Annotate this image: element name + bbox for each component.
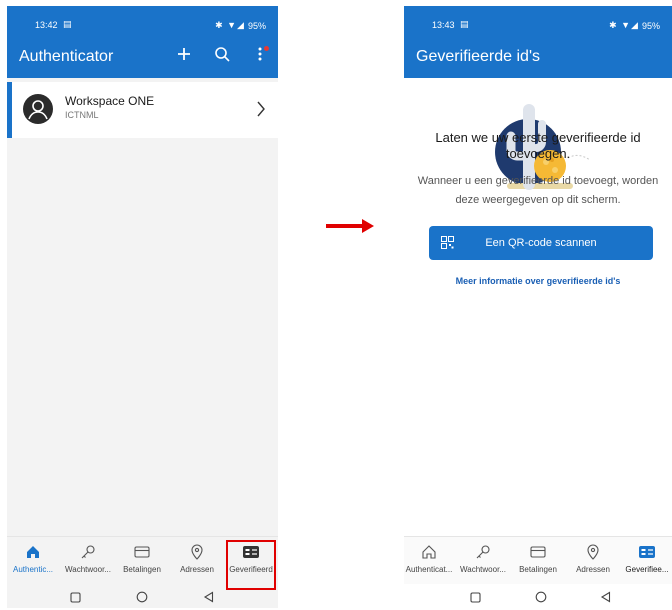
- notification-icon: ▤: [460, 19, 469, 29]
- phone-screen-verified-ids: 13:43 ▤ ✱ ▼◢ 95% Geverifieerde id's Late…: [404, 6, 672, 608]
- app-bar: 13:43 ▤ ✱ ▼◢ 95% Geverifieerde id's: [404, 6, 672, 78]
- nav-label: Betalingen: [123, 565, 161, 574]
- account-name: Workspace ONE: [65, 94, 155, 108]
- bluetooth-wifi-signal-icon: ✱ ▼◢: [609, 20, 639, 30]
- system-navigation-bar: [404, 586, 672, 608]
- nav-addresses[interactable]: Adressen: [170, 541, 224, 583]
- home-button[interactable]: [135, 590, 149, 604]
- nav-payments[interactable]: Betalingen: [115, 541, 169, 583]
- nav-label: Wachtwoor...: [65, 565, 111, 574]
- recents-button[interactable]: [468, 590, 482, 604]
- bottom-navigation: Authenticat... Wachtwoor... Betalingen A…: [404, 536, 672, 584]
- notification-icon: ▤: [63, 19, 72, 29]
- account-list-item[interactable]: Workspace ONE ICTNML: [7, 82, 278, 138]
- card-icon: [530, 546, 546, 558]
- phone-screen-authenticator: 13:42 ▤ ✱ ▼◢ 95% Authenticator Workspace…: [7, 6, 278, 608]
- battery-level: 95%: [641, 20, 660, 31]
- more-info-link[interactable]: Meer informatie over geverifieerde id's: [404, 276, 672, 286]
- circle-icon: [535, 591, 547, 603]
- nav-label: Wachtwoor...: [460, 565, 506, 574]
- home-icon: [422, 545, 436, 559]
- back-button[interactable]: [201, 590, 215, 604]
- more-vertical-icon: [258, 47, 262, 61]
- key-icon: [476, 545, 490, 559]
- battery-level: 95%: [247, 20, 266, 31]
- nav-addresses[interactable]: Adressen: [566, 541, 620, 583]
- nav-label: Adressen: [180, 565, 214, 574]
- page-title: Geverifieerde id's: [416, 48, 540, 65]
- nav-verified-ids[interactable]: Geverifiee...: [620, 541, 672, 583]
- nav-payments[interactable]: Betalingen: [511, 541, 565, 583]
- empty-state-title: Laten we uw eerste geverifieerde id toev…: [435, 130, 641, 161]
- nav-label: Betalingen: [519, 565, 557, 574]
- id-card-icon: [639, 546, 655, 558]
- nav-authenticator[interactable]: Authentic...: [7, 541, 60, 583]
- more-options-button[interactable]: [250, 42, 270, 66]
- nav-label: Adressen: [576, 565, 610, 574]
- add-account-button[interactable]: [174, 42, 194, 66]
- card-icon: [134, 546, 150, 558]
- location-icon: [191, 544, 203, 560]
- notification-dot: [264, 46, 269, 51]
- arrow-right-icon: [326, 219, 374, 233]
- search-button[interactable]: [212, 42, 232, 66]
- selected-indicator: [7, 82, 12, 138]
- recents-button[interactable]: [68, 590, 82, 604]
- nav-passwords[interactable]: Wachtwoor...: [456, 541, 510, 583]
- scan-qr-button[interactable]: Een QR-code scannen: [429, 226, 653, 260]
- highlight-box: [226, 540, 276, 590]
- app-bar: 13:42 ▤ ✱ ▼◢ 95% Authenticator: [7, 6, 278, 78]
- empty-state-description: Wanneer u een geverifieerde id toevoegt,…: [417, 175, 659, 206]
- nav-label: Authenticat...: [405, 565, 453, 574]
- page-title: Authenticator: [19, 48, 114, 65]
- scan-qr-label: Een QR-code scannen: [485, 237, 597, 249]
- home-button[interactable]: [534, 590, 548, 604]
- nav-label: Geverifiee...: [625, 565, 669, 574]
- status-time: 13:42: [35, 20, 58, 30]
- back-button[interactable]: [598, 590, 612, 604]
- circle-icon: [136, 591, 148, 603]
- triangle-back-icon: [203, 591, 213, 603]
- square-icon: [469, 591, 481, 603]
- nav-label: Authentic...: [12, 565, 54, 574]
- account-org: ICTNML: [65, 110, 99, 120]
- status-bar: 13:43 ▤ ✱ ▼◢ 95%: [404, 6, 672, 42]
- status-time: 13:43: [432, 20, 455, 30]
- square-icon: [69, 591, 81, 603]
- home-icon: [27, 546, 39, 558]
- avatar-icon: [23, 94, 53, 124]
- key-icon: [81, 545, 95, 559]
- plus-icon: [178, 48, 190, 60]
- chevron-right-icon: [257, 101, 265, 117]
- nav-passwords[interactable]: Wachtwoor...: [61, 541, 115, 583]
- status-bar: 13:42 ▤ ✱ ▼◢ 95%: [7, 6, 278, 42]
- nav-authenticator[interactable]: Authenticat...: [404, 541, 456, 583]
- search-icon: [215, 47, 230, 62]
- triangle-back-icon: [600, 591, 610, 603]
- bluetooth-wifi-signal-icon: ✱ ▼◢: [215, 20, 245, 30]
- location-icon: [587, 544, 599, 560]
